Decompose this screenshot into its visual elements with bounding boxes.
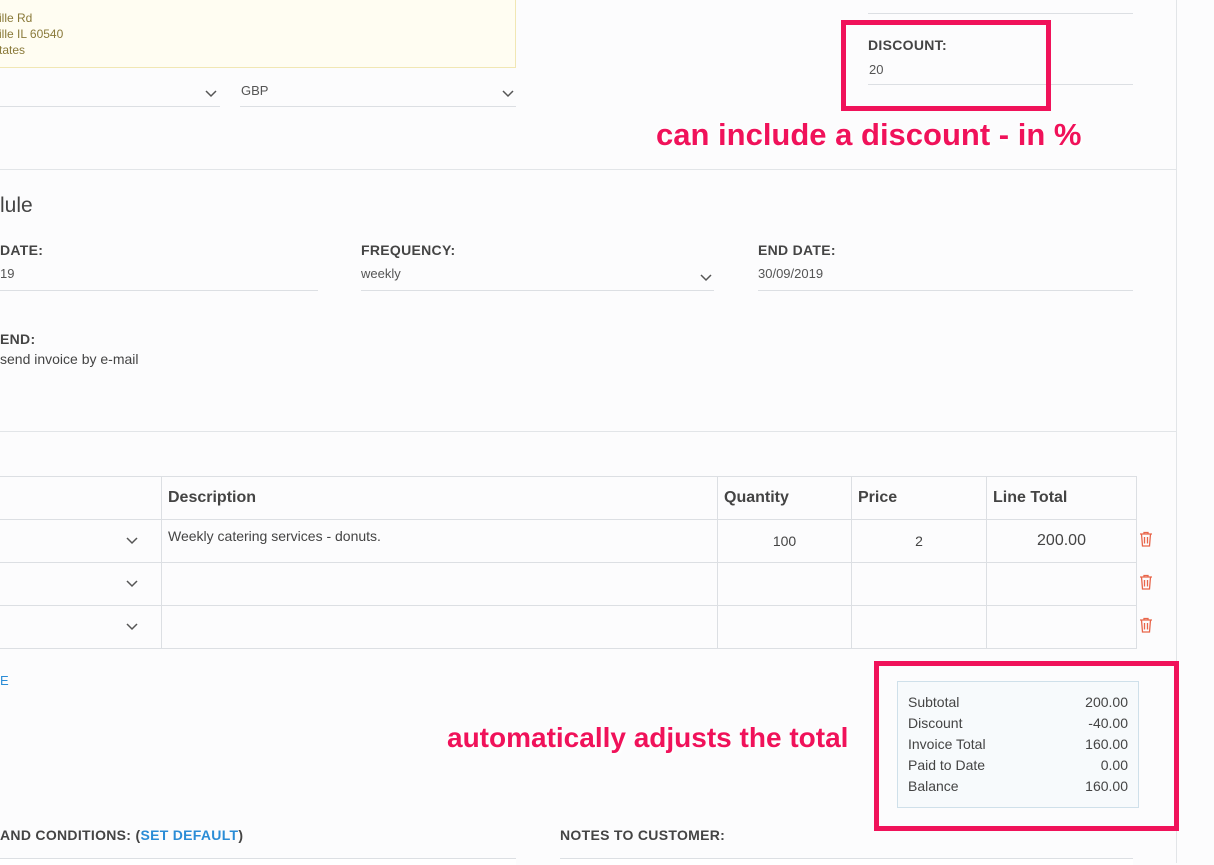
start-date-label: DATE: [0, 242, 44, 258]
table-header-row: Description Quantity Price Line Total [0, 476, 1137, 520]
frequency-label: FREQUENCY: [361, 242, 456, 258]
summary-highlight-box [874, 661, 1179, 831]
address-line-3: tates [0, 43, 26, 57]
terms-textarea[interactable] [0, 858, 516, 865]
schedule-heading: lule [0, 194, 33, 217]
frequency-select[interactable]: weekly [361, 263, 714, 291]
line-total-cell [986, 605, 1137, 649]
description-cell[interactable] [161, 605, 718, 649]
quantity-column-header: Quantity [717, 476, 852, 520]
delete-row-icon[interactable] [1139, 574, 1153, 590]
terms-label-suffix: ) [238, 827, 244, 843]
chevron-down-icon [126, 580, 138, 588]
description-column-header: Description [161, 476, 718, 520]
description-text: Weekly catering services - donuts. [168, 528, 381, 544]
currency-select[interactable]: GBP [240, 80, 516, 108]
line-total-cell [986, 562, 1137, 606]
notes-textarea[interactable] [560, 858, 1133, 865]
end-date-input[interactable]: 30/09/2019 [758, 263, 1133, 291]
table-row [0, 605, 1137, 649]
quantity-cell[interactable] [717, 562, 852, 606]
frequency-value: weekly [361, 266, 401, 281]
chevron-down-icon [126, 537, 138, 545]
discount-highlight-box [841, 20, 1051, 111]
notes-label: NOTES TO CUSTOMER: [560, 827, 726, 843]
terms-label-prefix: AND CONDITIONS: ( [0, 827, 141, 843]
table-row [0, 562, 1137, 606]
product-select[interactable] [0, 562, 162, 606]
price-cell[interactable] [851, 562, 987, 606]
discount-annotation: can include a discount - in % [656, 117, 1082, 152]
product-select[interactable] [0, 605, 162, 649]
chevron-down-icon [700, 274, 712, 282]
set-default-link[interactable]: SET DEFAULT [140, 827, 238, 843]
end-date-label: END DATE: [758, 242, 836, 258]
price-cell[interactable] [851, 605, 987, 649]
line-items-table: Description Quantity Price Line Total We… [0, 476, 1137, 649]
price-cell[interactable]: 2 [851, 519, 987, 563]
section-divider [0, 169, 1176, 170]
add-line-link[interactable]: E [0, 673, 9, 688]
delete-row-icon[interactable] [1139, 531, 1153, 547]
section-divider [0, 431, 1176, 432]
end-date-value: 30/09/2019 [758, 266, 824, 281]
chevron-down-icon [205, 90, 217, 98]
total-annotation: automatically adjusts the total [447, 722, 849, 753]
quantity-cell[interactable] [717, 605, 852, 649]
product-column-header [0, 476, 162, 520]
chevron-down-icon [502, 90, 514, 98]
quantity-cell[interactable]: 100 [717, 519, 852, 563]
address-line-1: ille Rd [0, 11, 33, 25]
line-total-column-header: Line Total [986, 476, 1137, 520]
table-row: Weekly catering services - donuts. 100 2… [0, 519, 1137, 563]
price-column-header: Price [851, 476, 987, 520]
auto-send-option[interactable]: send invoice by e-mail [0, 351, 139, 367]
currency-value: GBP [241, 83, 269, 98]
description-cell[interactable] [161, 562, 718, 606]
client-address-box: ille Rd ille IL 60540 tates [0, 0, 516, 68]
product-select[interactable] [0, 519, 162, 563]
start-date-value: 19 [0, 266, 15, 281]
auto-send-label: END: [0, 331, 36, 347]
delete-row-icon[interactable] [1139, 617, 1153, 633]
line-total-cell: 200.00 [986, 519, 1137, 563]
description-cell[interactable]: Weekly catering services - donuts. [161, 519, 718, 563]
address-line-2: ille IL 60540 [0, 27, 64, 41]
chevron-down-icon [126, 623, 138, 631]
start-date-input[interactable]: 19 [0, 263, 318, 291]
language-select[interactable] [0, 80, 220, 108]
field-underline [868, 13, 1133, 14]
terms-label: AND CONDITIONS: (SET DEFAULT) [0, 827, 243, 843]
